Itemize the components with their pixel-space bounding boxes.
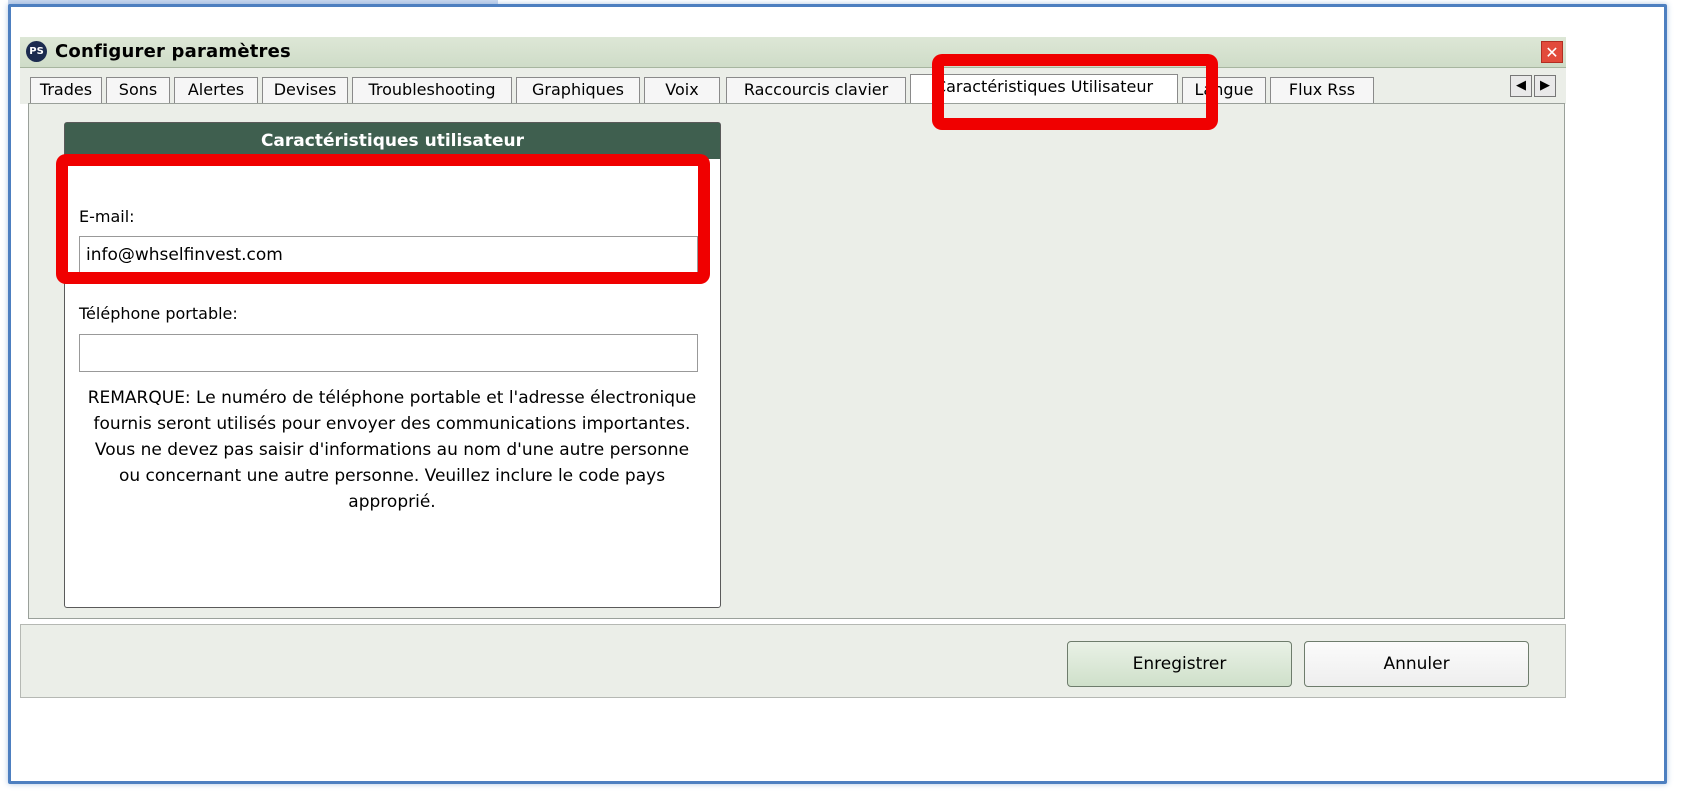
save-button[interactable]: Enregistrer <box>1067 641 1292 687</box>
window-title: Configurer paramètres <box>55 41 291 62</box>
tab-caracteristiques-utilisateur[interactable]: Caractéristiques Utilisateur <box>910 74 1178 105</box>
window-titlebar: PS Configurer paramètres ✕ <box>20 37 1566 68</box>
tab-alertes[interactable]: Alertes <box>174 77 258 103</box>
tab-content-area: Caractéristiques utilisateur E-mail: Tél… <box>28 103 1565 619</box>
cancel-button[interactable]: Annuler <box>1304 641 1529 687</box>
remark-text: REMARQUE: Le numéro de téléphone portabl… <box>87 388 697 512</box>
panel-title: Caractéristiques utilisateur <box>65 123 720 159</box>
user-characteristics-panel: Caractéristiques utilisateur E-mail: Tél… <box>64 122 721 608</box>
tab-trades[interactable]: Trades <box>30 77 102 103</box>
phone-field[interactable] <box>79 334 698 372</box>
scroll-right-icon[interactable]: ▶ <box>1534 75 1556 97</box>
phone-label: Téléphone portable: <box>79 304 238 323</box>
tab-flux-rss[interactable]: Flux Rss <box>1270 77 1374 103</box>
tab-langue[interactable]: Langue <box>1182 77 1266 103</box>
tab-graphiques[interactable]: Graphiques <box>516 77 640 103</box>
app-logo-icon: PS <box>26 41 47 62</box>
tab-sons[interactable]: Sons <box>106 77 170 103</box>
tab-raccourcis-clavier[interactable]: Raccourcis clavier <box>726 77 906 103</box>
tab-voix[interactable]: Voix <box>644 77 720 103</box>
dialog-footer: Enregistrer Annuler <box>20 624 1566 698</box>
tab-devises[interactable]: Devises <box>262 77 348 103</box>
close-button[interactable]: ✕ <box>1541 41 1563 63</box>
email-label: E-mail: <box>79 207 135 226</box>
tab-strip: Trades Sons Alertes Devises Troubleshoot… <box>20 68 1566 105</box>
scroll-left-icon[interactable]: ◀ <box>1510 75 1532 97</box>
email-field[interactable] <box>79 236 698 274</box>
tab-troubleshooting[interactable]: Troubleshooting <box>352 77 512 103</box>
tab-scroll-controls: ◀ ▶ <box>1510 75 1558 97</box>
